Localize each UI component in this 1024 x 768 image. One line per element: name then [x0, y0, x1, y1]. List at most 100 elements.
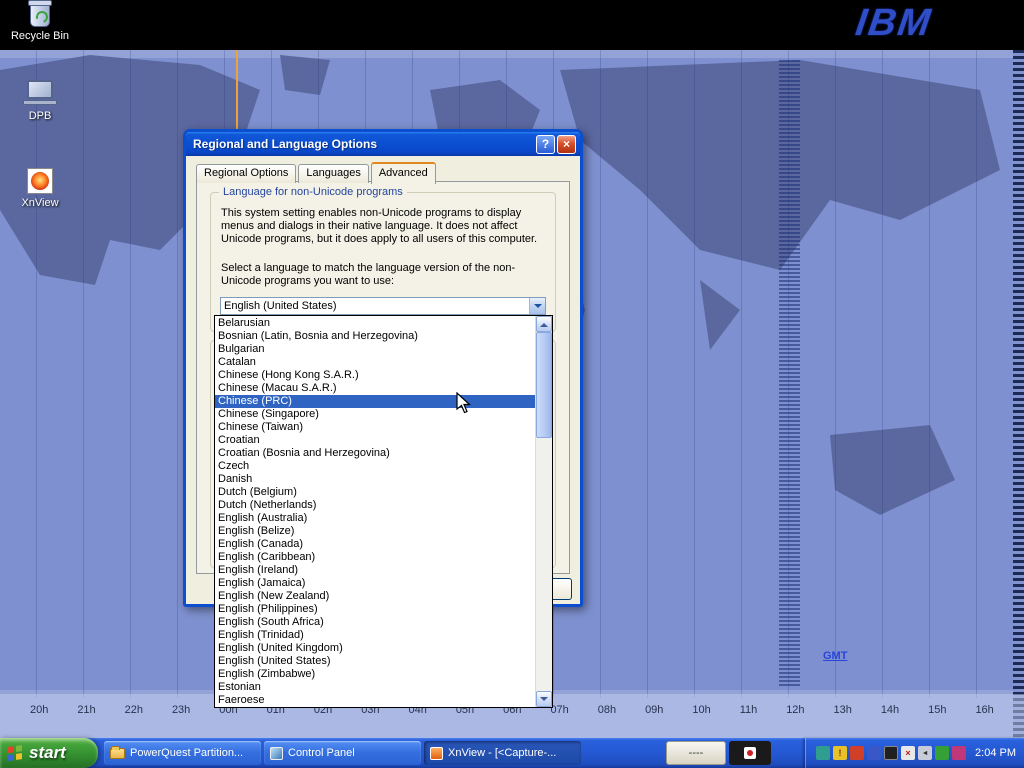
- group-language-non-unicode: Language for non-Unicode programs This s…: [210, 192, 556, 332]
- start-button[interactable]: start: [0, 738, 98, 768]
- scheduler-icon[interactable]: [935, 746, 949, 760]
- timezone-label: 13h: [834, 704, 852, 716]
- dropdown-item[interactable]: English (Philippines): [215, 603, 535, 616]
- volume-icon[interactable]: [918, 746, 932, 760]
- arrow-up-icon: [540, 319, 548, 327]
- dropdown-item[interactable]: Chinese (Macau S.A.R.): [215, 382, 535, 395]
- arrow-down-icon: [540, 697, 548, 705]
- help-button[interactable]: ?: [536, 135, 555, 154]
- dropdown-item[interactable]: Faeroese: [215, 694, 535, 707]
- taskbar-button-dashes[interactable]: ----: [666, 741, 726, 765]
- taskbar-button-label: PowerQuest Partition...: [130, 747, 243, 759]
- combobox-value: English (United States): [221, 298, 529, 314]
- gmt-label: GMT: [823, 650, 847, 662]
- desktop[interactable]: 20h 21h 22h 23h 00h 01h 02h 03h 04h 05h …: [0, 0, 1024, 768]
- dropdown-item[interactable]: English (Jamaica): [215, 577, 535, 590]
- taskbar-button-label: Control Panel: [288, 747, 355, 759]
- scrollbar-down-button[interactable]: [536, 691, 552, 707]
- desktop-icon-xnview[interactable]: XnView: [2, 168, 78, 209]
- dropdown-item[interactable]: English (New Zealand): [215, 590, 535, 603]
- timezone-label: 08h: [598, 704, 616, 716]
- timezone-label: 21h: [77, 704, 95, 716]
- scrollbar-thumb[interactable]: [536, 332, 552, 438]
- dropdown-item[interactable]: English (Canada): [215, 538, 535, 551]
- start-button-label: start: [29, 743, 66, 763]
- dropdown-item[interactable]: Bulgarian: [215, 343, 535, 356]
- timezone-label: 10h: [692, 704, 710, 716]
- dropdown-item[interactable]: Belarusian: [215, 317, 535, 330]
- recycle-bin-icon[interactable]: Recycle Bin: [2, 3, 78, 42]
- network-icon[interactable]: [816, 746, 830, 760]
- dropdown-item[interactable]: English (United Kingdom): [215, 642, 535, 655]
- mouse-cursor: [456, 392, 478, 416]
- dropdown-item[interactable]: English (Trinidad): [215, 629, 535, 642]
- taskbar-clock[interactable]: 2:04 PM: [975, 747, 1016, 759]
- app-status-icon[interactable]: [867, 746, 881, 760]
- dropdown-item-highlighted[interactable]: Chinese (PRC): [215, 395, 535, 408]
- dropdown-item[interactable]: Dutch (Netherlands): [215, 499, 535, 512]
- timezone-label: 20h: [30, 704, 48, 716]
- dropdown-item[interactable]: Estonian: [215, 681, 535, 694]
- dropdown-item[interactable]: Catalan: [215, 356, 535, 369]
- dropdown-item[interactable]: Croatian (Bosnia and Herzegovina): [215, 447, 535, 460]
- map-edge-stripes: [1013, 50, 1024, 738]
- recycle-bin-label: Recycle Bin: [2, 30, 78, 42]
- control-panel-icon: [270, 747, 283, 760]
- tab-languages[interactable]: Languages: [298, 164, 368, 183]
- current-time-marker-line: [236, 50, 238, 132]
- chevron-down-icon: [534, 304, 542, 312]
- app-icon: [744, 747, 756, 759]
- dropdown-item[interactable]: Chinese (Hong Kong S.A.R.): [215, 369, 535, 382]
- tab-advanced[interactable]: Advanced: [371, 162, 436, 184]
- dialog-titlebar[interactable]: Regional and Language Options ? ×: [186, 132, 580, 156]
- xnview-app-icon: [430, 747, 443, 760]
- dropdown-item[interactable]: Chinese (Singapore): [215, 408, 535, 421]
- disconnect-icon[interactable]: [901, 746, 915, 760]
- taskbar-button-icon-only[interactable]: [729, 741, 771, 765]
- taskbar-button-label: ----: [689, 747, 704, 759]
- dropdown-item[interactable]: Czech: [215, 460, 535, 473]
- dropdown-item[interactable]: English (Caribbean): [215, 551, 535, 564]
- taskbar-button-xnview[interactable]: XnView - [<Capture-...: [424, 741, 581, 765]
- desktop-icon-dpb[interactable]: DPB: [2, 80, 78, 122]
- taskbar-button-control-panel[interactable]: Control Panel: [264, 741, 421, 765]
- partition-icon[interactable]: [884, 746, 898, 760]
- dropdown-item[interactable]: English (Australia): [215, 512, 535, 525]
- dropdown-item[interactable]: English (Belize): [215, 525, 535, 538]
- taskbar-button-powerquest[interactable]: PowerQuest Partition...: [104, 741, 261, 765]
- desktop-icon-label: XnView: [2, 197, 78, 209]
- language-combobox[interactable]: English (United States): [220, 297, 546, 315]
- instruction-paragraph: Select a language to match the language …: [221, 262, 543, 288]
- dropdown-item[interactable]: Chinese (Taiwan): [215, 421, 535, 434]
- timezone-label: 07h: [550, 704, 568, 716]
- taskbar-button-label: XnView - [<Capture-...: [448, 747, 556, 759]
- laptop-icon: [23, 80, 57, 107]
- dropdown-item[interactable]: English (Zimbabwe): [215, 668, 535, 681]
- tab-regional-options[interactable]: Regional Options: [196, 164, 296, 183]
- dropdown-scrollbar[interactable]: [535, 316, 552, 707]
- map-hatched-band: [779, 60, 800, 688]
- close-button[interactable]: ×: [557, 135, 576, 154]
- dropdown-item[interactable]: Dutch (Belgium): [215, 486, 535, 499]
- folder-icon: [110, 748, 125, 759]
- combobox-dropdown-button[interactable]: [529, 298, 545, 314]
- ibm-logo: IBM: [853, 2, 935, 45]
- timezone-label: 15h: [928, 704, 946, 716]
- xnview-icon: [27, 168, 53, 194]
- system-tray: 2:04 PM: [805, 738, 1024, 768]
- timezone-label: 22h: [125, 704, 143, 716]
- taskbar: start PowerQuest Partition... Control Pa…: [0, 738, 1024, 768]
- timezone-label: 23h: [172, 704, 190, 716]
- security-shield-icon[interactable]: [833, 746, 847, 760]
- dropdown-item[interactable]: English (United States): [215, 655, 535, 668]
- messenger-icon[interactable]: [952, 746, 966, 760]
- recycle-bin-glyph: [30, 3, 50, 27]
- dropdown-item[interactable]: Bosnian (Latin, Bosnia and Herzegovina): [215, 330, 535, 343]
- dropdown-item[interactable]: English (Ireland): [215, 564, 535, 577]
- dropdown-item[interactable]: Croatian: [215, 434, 535, 447]
- dropdown-item[interactable]: English (South Africa): [215, 616, 535, 629]
- dropdown-item[interactable]: Danish: [215, 473, 535, 486]
- timezone-label: 12h: [786, 704, 804, 716]
- alert-icon[interactable]: [850, 746, 864, 760]
- scrollbar-up-button[interactable]: [536, 316, 552, 332]
